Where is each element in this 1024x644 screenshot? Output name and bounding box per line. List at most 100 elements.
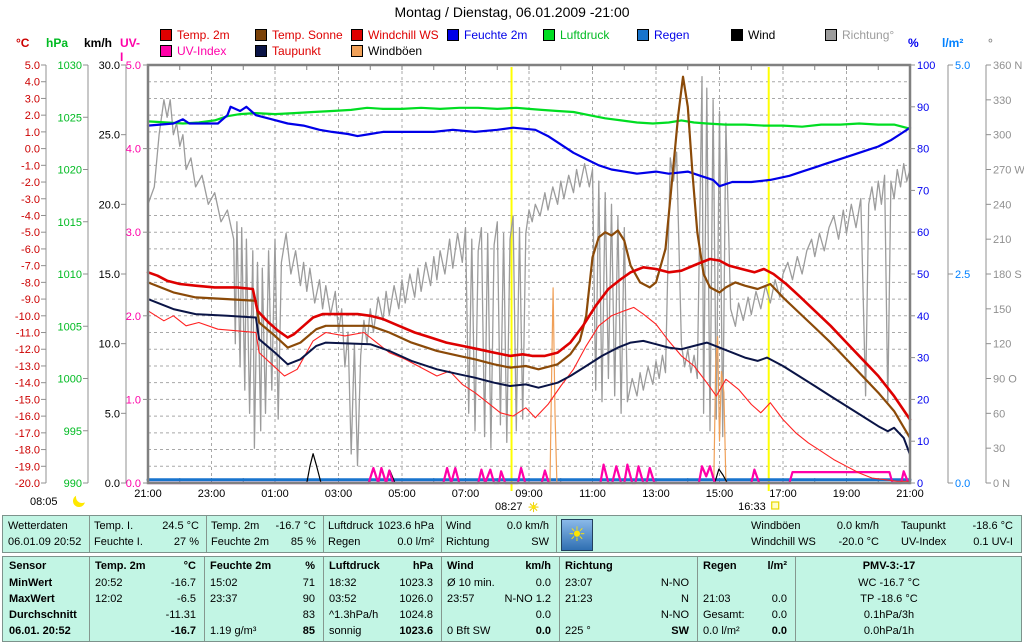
table-cell-value: 0.0 bbox=[536, 577, 551, 590]
x-axis-label: 23:00 bbox=[198, 488, 226, 500]
table-col-unit: l/m² bbox=[767, 560, 787, 573]
status-label: 06.01.09 20:52 bbox=[8, 536, 81, 549]
axis-label-kmh: 15.0 bbox=[99, 269, 120, 281]
table-col-unit: hPa bbox=[413, 560, 433, 573]
axis-label-deg: 210 bbox=[993, 234, 1011, 246]
sun-icon: ☀ bbox=[528, 500, 540, 515]
axis-label-pct: 80 bbox=[917, 144, 929, 156]
sunset-time-label: 16:33 bbox=[738, 501, 766, 513]
axis-label-deg: 240 bbox=[993, 199, 1011, 211]
axis-label-kmh: 30.0 bbox=[99, 60, 120, 72]
axis-label-hpa: 1015 bbox=[58, 217, 82, 229]
axis-label-deg: 90 O bbox=[993, 374, 1017, 386]
pmv-line: 0.0hPa/1h bbox=[795, 625, 983, 638]
status-label: Wind bbox=[446, 520, 471, 533]
axis-label-temp-c: -2.0 bbox=[21, 177, 40, 189]
pmv-line: TP -18.6 °C bbox=[795, 593, 983, 606]
table-cell-time: 21:03 bbox=[703, 593, 731, 606]
table-separator bbox=[697, 557, 698, 641]
axis-label-deg: 330 bbox=[993, 95, 1011, 107]
table-col-unit: km/h bbox=[525, 560, 551, 573]
status-value: 0.1 UV-I bbox=[973, 536, 1013, 549]
axis-label-deg: 30 bbox=[993, 443, 1005, 455]
table-cell-value: N-NO bbox=[661, 577, 689, 590]
axis-label-hpa: 1025 bbox=[58, 112, 82, 124]
axis-label-uv: 2.0 bbox=[126, 311, 141, 323]
table-cell-time: 1.19 g/m³ bbox=[210, 625, 256, 638]
table-cell-time: 23:07 bbox=[565, 577, 593, 590]
axis-label-hpa: 1000 bbox=[58, 374, 82, 386]
axis-label-hpa: 1010 bbox=[58, 269, 82, 281]
axis-label-temp-c: -1.0 bbox=[21, 160, 40, 172]
table-cell-time: ^1.3hPa/h bbox=[329, 609, 378, 622]
status-value: 0.0 km/h bbox=[837, 520, 879, 533]
table-cell-value: -11.31 bbox=[166, 609, 196, 622]
table-cell-value: 0.0 bbox=[772, 625, 787, 638]
table-cell-value: N-NO bbox=[661, 609, 689, 622]
axis-label-pct: 10 bbox=[917, 436, 929, 448]
x-axis-label: 05:00 bbox=[388, 488, 416, 500]
table-row-label: MinWert bbox=[9, 577, 52, 590]
table-cell-time: 12:02 bbox=[95, 593, 123, 606]
status-label: Richtung bbox=[446, 536, 489, 549]
table-separator bbox=[559, 557, 560, 641]
table-col-unit: °C bbox=[184, 560, 196, 573]
table-cell-value: -6.5 bbox=[177, 593, 196, 606]
axis-label-lm2: 5.0 bbox=[955, 60, 970, 72]
axis-label-deg: 120 bbox=[993, 339, 1011, 351]
table-header-sensor: Sensor bbox=[9, 560, 46, 573]
axis-label-temp-c: -18.0 bbox=[15, 445, 40, 457]
status-label: Feuchte 2m bbox=[211, 536, 269, 549]
pmv-line: WC -16.7 °C bbox=[795, 577, 983, 590]
axis-label-pct: 50 bbox=[917, 269, 929, 281]
axis-label-deg: 60 bbox=[993, 408, 1005, 420]
status-value: 0.0 km/h bbox=[507, 520, 549, 533]
axis-label-temp-c: 3.0 bbox=[25, 93, 40, 105]
axis-label-kmh: 25.0 bbox=[99, 130, 120, 142]
axis-label-temp-c: -7.0 bbox=[21, 261, 40, 273]
axis-label-deg: 360 N bbox=[993, 60, 1022, 72]
table-cell-value: 85 bbox=[303, 625, 315, 638]
axis-label-temp-c: -10.0 bbox=[15, 311, 40, 323]
axis-label-temp-c: -16.0 bbox=[15, 411, 40, 423]
weather-sun-icon: ☀ bbox=[561, 519, 593, 551]
axis-label-deg: 180 S bbox=[993, 269, 1022, 281]
table-cell-time: 21:23 bbox=[565, 593, 593, 606]
axis-label-kmh: 0.0 bbox=[105, 478, 120, 490]
status-value: 27 % bbox=[174, 536, 199, 549]
axis-label-temp-c: -8.0 bbox=[21, 277, 40, 289]
x-axis-label: 07:00 bbox=[452, 488, 480, 500]
table-cell-time: 15:02 bbox=[210, 577, 238, 590]
x-axis-label: 19:00 bbox=[833, 488, 861, 500]
table-cell-value: SW bbox=[671, 625, 689, 638]
table-cell-value: 0.0 bbox=[772, 609, 787, 622]
axis-label-temp-c: -20.0 bbox=[15, 478, 40, 490]
x-axis-label: 03:00 bbox=[325, 488, 353, 500]
table-cell-time: Gesamt: bbox=[703, 609, 745, 622]
table-cell-time: 23:37 bbox=[210, 593, 238, 606]
weather-chart: 5.04.03.02.01.00.0-1.0-2.0-3.0-4.0-5.0-6… bbox=[0, 0, 1024, 515]
status-label: UV-Index bbox=[901, 536, 946, 549]
axis-label-pct: 60 bbox=[917, 227, 929, 239]
status-value: -18.6 °C bbox=[973, 520, 1013, 533]
table-col-header: Temp. 2m bbox=[95, 560, 146, 573]
table-separator bbox=[441, 557, 442, 641]
x-axis-label: 11:00 bbox=[579, 488, 606, 500]
axis-label-uv: 4.0 bbox=[126, 144, 141, 156]
table-separator bbox=[89, 557, 90, 641]
status-value: -16.7 °C bbox=[276, 520, 316, 533]
axis-label-hpa: 1020 bbox=[58, 165, 82, 177]
status-label: Temp. I. bbox=[94, 520, 133, 533]
table-cell-value: 1026.0 bbox=[399, 593, 433, 606]
band-separator bbox=[556, 516, 557, 552]
summary-table: SensorMinWertMaxWertDurchschnitt06.01. 2… bbox=[2, 556, 1022, 642]
status-label: Taupunkt bbox=[901, 520, 946, 533]
status-label: Wetterdaten bbox=[8, 520, 68, 533]
table-cell-value: -16.7 bbox=[171, 625, 196, 638]
table-cell-value: N bbox=[681, 593, 689, 606]
table-cell-value: 71 bbox=[303, 577, 315, 590]
status-label: Temp. 2m bbox=[211, 520, 259, 533]
x-axis-label: 15:00 bbox=[706, 488, 734, 500]
table-cell-time: sonnig bbox=[329, 625, 361, 638]
table-cell-value: 0.0 bbox=[536, 625, 551, 638]
